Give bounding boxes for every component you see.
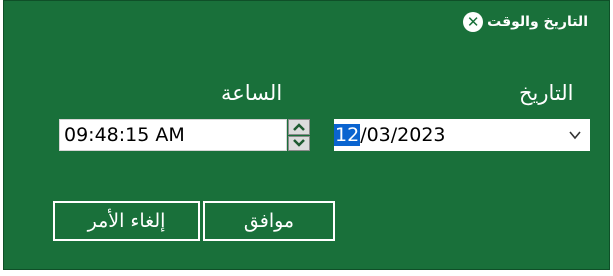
cancel-button[interactable]: إلغاء الأمر: [53, 201, 200, 241]
ok-button[interactable]: موافق: [203, 201, 335, 241]
chevron-down-icon: [293, 139, 305, 148]
date-rest: /03/2023: [360, 124, 446, 146]
spin-up-button[interactable]: [288, 119, 310, 135]
date-picker[interactable]: 12/03/2023: [334, 119, 590, 151]
spin-down-button[interactable]: [288, 135, 310, 151]
time-label: الساعة: [221, 81, 283, 105]
time-spinner[interactable]: [288, 119, 310, 151]
date-time-dialog: التاريخ والوقت ✕ الساعة التاريخ 09:48:15…: [0, 0, 613, 276]
dialog-panel: التاريخ والوقت ✕ الساعة التاريخ 09:48:15…: [3, 0, 610, 270]
time-value: 09:48:15 AM: [64, 124, 185, 146]
chevron-up-icon: [293, 122, 305, 131]
close-icon[interactable]: ✕: [463, 12, 484, 32]
date-label: التاريخ: [519, 81, 574, 105]
date-day-selected[interactable]: 12: [334, 124, 361, 146]
time-input[interactable]: 09:48:15 AM: [59, 119, 287, 151]
dialog-title: التاريخ والوقت: [487, 14, 588, 30]
dialog-title-bar: التاريخ والوقت ✕: [463, 11, 588, 33]
chevron-down-icon[interactable]: [568, 128, 582, 142]
